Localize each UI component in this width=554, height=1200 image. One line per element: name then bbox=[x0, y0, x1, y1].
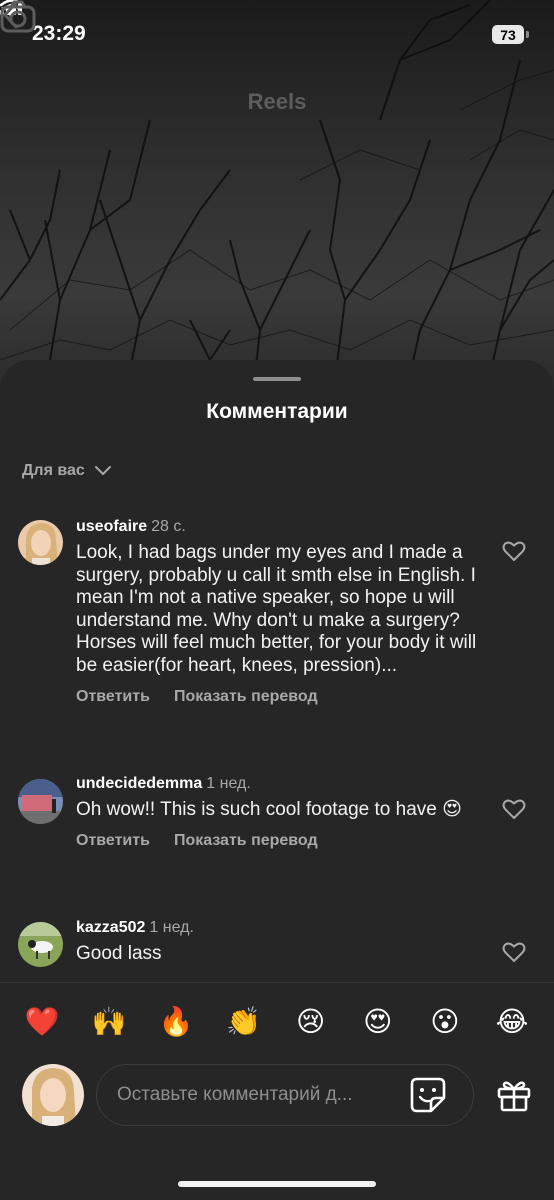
status-time: 23:29 bbox=[32, 22, 86, 45]
comment-username[interactable]: undecidedemma bbox=[76, 775, 202, 792]
comment-text: Good lass bbox=[76, 943, 162, 964]
comment-body: kazza502 1 нед. Good lass bbox=[76, 919, 486, 966]
chevron-down-icon bbox=[94, 466, 111, 475]
emoji-heart-eyes-button[interactable]: 😍 bbox=[358, 1005, 398, 1038]
comment-header: kazza502 1 нед. bbox=[76, 919, 486, 937]
status-bar: 23:29 73 bbox=[0, 0, 554, 70]
reply-button[interactable]: Ответить bbox=[76, 688, 150, 706]
home-indicator[interactable] bbox=[178, 1181, 376, 1187]
comment-header: undecidedemma 1 нед. bbox=[76, 775, 486, 793]
current-user-avatar bbox=[22, 1064, 84, 1126]
filter-label: Для вас bbox=[22, 462, 85, 479]
heart-icon[interactable] bbox=[502, 941, 526, 963]
comment-actions: Ответить Показать перевод bbox=[76, 832, 486, 850]
comment-time: 1 нед. bbox=[149, 919, 194, 936]
comment-input-placeholder: Оставьте комментарий д... bbox=[117, 1084, 353, 1105]
emoji-crying-button[interactable]: 😢 bbox=[291, 1005, 331, 1038]
comments-sheet: Комментарии Для вас useofaire 28 с. Look,… bbox=[0, 360, 554, 1200]
camera-icon[interactable] bbox=[0, 0, 36, 34]
comment-text: Oh wow!! This is such cool footage to ha… bbox=[76, 799, 462, 820]
user-avatar-image bbox=[22, 1064, 84, 1126]
comment-username[interactable]: kazza502 bbox=[76, 919, 145, 936]
show-translation-button[interactable]: Показать перевод bbox=[174, 688, 318, 706]
emoji-quick-bar: ❤️ 🙌 🔥 👏 😢 😍 😮 😂 bbox=[0, 982, 554, 1060]
avatar[interactable] bbox=[18, 779, 63, 824]
emoji-heart-button[interactable]: ❤️ bbox=[22, 1005, 62, 1038]
sticker-icon[interactable] bbox=[410, 1077, 446, 1113]
reel-video-background: 23:29 73 Reels bbox=[0, 0, 554, 420]
heart-icon[interactable] bbox=[502, 798, 526, 820]
comment-body: undecidedemma 1 нед. Oh wow!! This is suc… bbox=[76, 775, 486, 850]
comment-time: 28 с. bbox=[151, 518, 186, 535]
user-avatar-image bbox=[18, 922, 63, 967]
heart-icon[interactable] bbox=[502, 540, 526, 562]
avatar[interactable] bbox=[18, 520, 63, 565]
comment-input-row: Оставьте комментарий д... bbox=[0, 1060, 554, 1140]
user-avatar-image bbox=[18, 520, 63, 565]
comment-actions: Ответить Показать перевод bbox=[76, 688, 486, 706]
comments-filter-dropdown[interactable]: Для вас bbox=[22, 462, 111, 480]
comment-time: 1 нед. bbox=[206, 775, 251, 792]
page-title: Reels bbox=[247, 89, 307, 114]
sheet-grabber-handle[interactable] bbox=[253, 377, 301, 381]
emoji-surprised-button[interactable]: 😮 bbox=[425, 1005, 465, 1038]
reply-button[interactable]: Ответить bbox=[76, 832, 150, 850]
comment-header: useofaire 28 с. bbox=[76, 518, 486, 536]
emoji-clapping-button[interactable]: 👏 bbox=[223, 1005, 263, 1038]
comment-body: useofaire 28 с. Look, I had bags under my… bbox=[76, 518, 486, 706]
battery-indicator: 73 bbox=[492, 25, 524, 44]
emoji-laughing-button[interactable]: 😂 bbox=[492, 1005, 532, 1038]
gift-icon[interactable] bbox=[496, 1078, 532, 1112]
avatar[interactable] bbox=[18, 922, 63, 967]
show-translation-button[interactable]: Показать перевод bbox=[174, 832, 318, 850]
emoji-raised-hands-button[interactable]: 🙌 bbox=[89, 1005, 129, 1038]
comment-username[interactable]: useofaire bbox=[76, 518, 147, 535]
comments-title: Комментарии bbox=[206, 400, 348, 423]
battery-tip bbox=[526, 31, 529, 38]
comment-text: Look, I had bags under my eyes and I mad… bbox=[76, 542, 477, 676]
user-avatar-image bbox=[18, 779, 63, 824]
emoji-fire-button[interactable]: 🔥 bbox=[156, 1005, 196, 1038]
